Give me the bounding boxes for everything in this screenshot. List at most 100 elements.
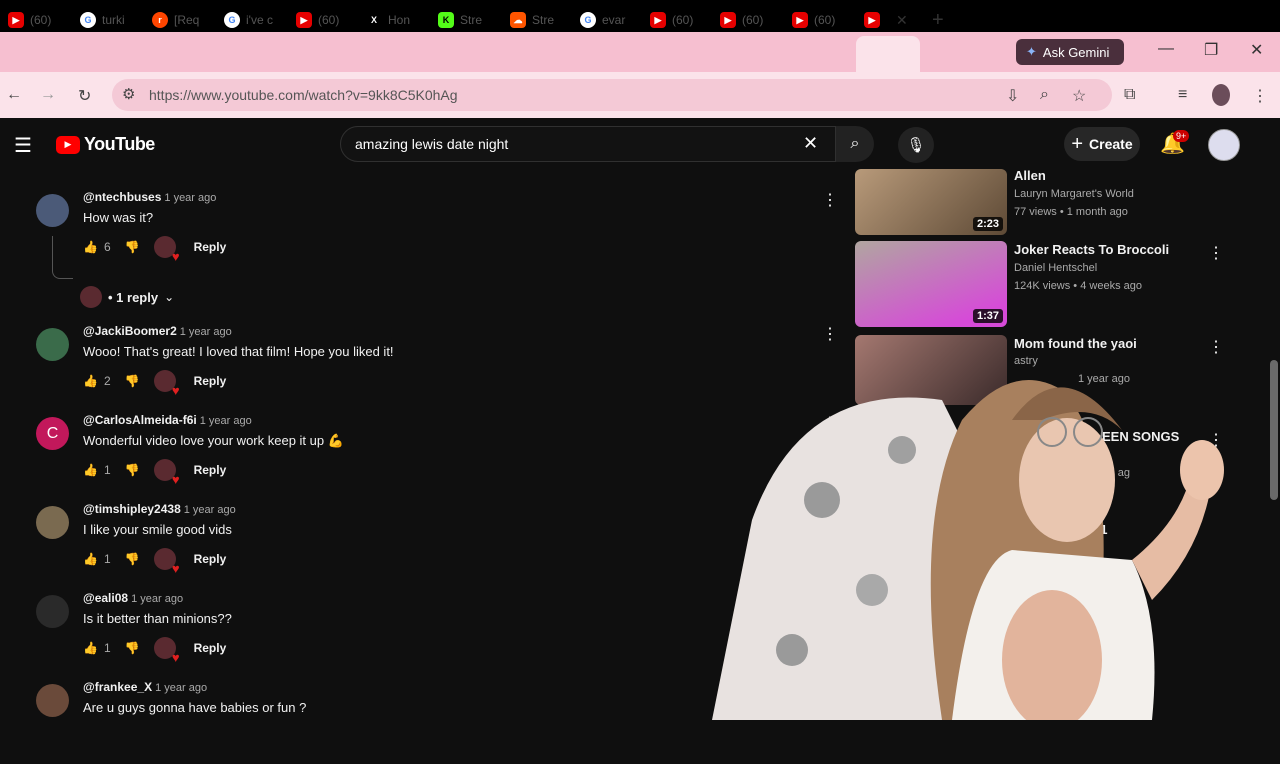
browser-tab[interactable]: ▶ (60) bbox=[8, 6, 51, 34]
browser-menu-icon[interactable]: ⋮ bbox=[1252, 86, 1268, 106]
youtube-logo[interactable]: ▶ YouTube bbox=[56, 134, 155, 155]
browser-tab[interactable]: X Hon bbox=[366, 6, 410, 34]
like-icon[interactable]: 👍 bbox=[83, 552, 98, 566]
back-icon[interactable]: ← bbox=[6, 86, 22, 104]
browser-tab[interactable]: Gturki bbox=[80, 6, 125, 34]
video-channel[interactable]: Daniel Hentschel bbox=[1014, 262, 1097, 274]
comment-author[interactable]: @JackiBoomer2 1 year ago bbox=[83, 324, 232, 338]
browser-tab[interactable]: ☁ Stre bbox=[510, 6, 554, 34]
browser-tab[interactable]: ▶ (60) bbox=[792, 6, 835, 34]
video-title[interactable]: Mom found the yaoi bbox=[1014, 336, 1137, 351]
profile-avatar[interactable] bbox=[1212, 84, 1230, 106]
reply-button[interactable]: Reply bbox=[194, 641, 227, 655]
url-bar[interactable]: ⚙ https://www.youtube.com/watch?v=9kk8C5… bbox=[112, 79, 1112, 111]
youtube-icon: ▶ bbox=[792, 12, 808, 28]
video-channel[interactable]: Lauryn Margaret's World bbox=[1014, 188, 1134, 200]
creator-heart-icon bbox=[153, 236, 180, 264]
comment-menu-icon[interactable]: ⋮ bbox=[822, 190, 838, 210]
webcam-image bbox=[712, 380, 1224, 720]
zoom-icon[interactable]: ⌕ bbox=[1040, 86, 1049, 104]
like-icon[interactable]: 👍 bbox=[83, 463, 98, 477]
reply-button[interactable]: Reply bbox=[194, 240, 227, 254]
clear-search-icon[interactable]: ✕ bbox=[803, 133, 818, 154]
comment-time: 1 year ago bbox=[164, 192, 217, 204]
avatar[interactable]: C bbox=[36, 417, 69, 450]
comment-author[interactable]: @timshipley2438 1 year ago bbox=[83, 502, 236, 516]
reply-button[interactable]: Reply bbox=[194, 463, 227, 477]
minimize-button[interactable]: — bbox=[1158, 40, 1174, 58]
tab-label: Stre bbox=[532, 13, 555, 27]
video-thumbnail[interactable]: 1:37 bbox=[855, 241, 1007, 327]
extensions-icon[interactable]: ⧉ bbox=[1124, 86, 1135, 104]
like-count: 1 bbox=[103, 463, 111, 477]
browser-tab[interactable]: r [Req bbox=[152, 6, 199, 34]
search-button[interactable]: ⌕ bbox=[836, 126, 874, 162]
avatar[interactable] bbox=[36, 506, 69, 539]
close-tab-icon[interactable]: ✕ bbox=[896, 12, 908, 29]
new-tab-button[interactable]: + bbox=[932, 6, 944, 34]
like-icon[interactable]: 👍 bbox=[83, 240, 98, 254]
dislike-icon[interactable]: 👎 bbox=[125, 552, 140, 566]
reply-button[interactable]: Reply bbox=[194, 374, 227, 388]
dislike-icon[interactable]: 👎 bbox=[125, 240, 140, 254]
like-icon[interactable]: 👍 bbox=[83, 374, 98, 388]
close-window-button[interactable]: ✕ bbox=[1250, 40, 1263, 60]
youtube-icon: ▶ bbox=[864, 12, 880, 28]
comment-author[interactable]: @CarlosAlmeida-f6i 1 year ago bbox=[83, 413, 252, 427]
reply-button[interactable]: Reply bbox=[194, 552, 227, 566]
browser-tab[interactable]: K Stre bbox=[438, 6, 482, 34]
bookmark-star-icon[interactable]: ☆ bbox=[1072, 86, 1086, 106]
scrollbar-thumb[interactable] bbox=[1270, 360, 1278, 500]
install-app-icon[interactable]: ⇩ bbox=[1006, 86, 1019, 106]
create-button[interactable]: + Create bbox=[1064, 127, 1140, 161]
account-avatar[interactable] bbox=[1208, 129, 1240, 161]
replies-count: • 1 reply bbox=[108, 289, 159, 305]
like-count: 2 bbox=[103, 374, 111, 388]
comment-author[interactable]: @eali08 1 year ago bbox=[83, 591, 183, 605]
comment-menu-icon[interactable]: ⋮ bbox=[822, 324, 838, 344]
menu-icon[interactable]: ☰ bbox=[14, 133, 32, 158]
media-controls-icon[interactable]: ≡ bbox=[1178, 86, 1187, 104]
browser-tab[interactable]: Gi've c bbox=[224, 6, 273, 34]
forward-icon[interactable]: → bbox=[40, 86, 56, 104]
comment-author[interactable]: @frankee_X 1 year ago bbox=[83, 680, 207, 694]
restore-button[interactable]: ❐ bbox=[1204, 40, 1218, 60]
video-title[interactable]: Allen bbox=[1014, 168, 1046, 183]
video-thumbnail[interactable]: 2:23 bbox=[855, 169, 1007, 235]
site-info-icon[interactable]: ⚙ bbox=[122, 85, 135, 103]
video-title[interactable]: Joker Reacts To Broccoli bbox=[1014, 242, 1169, 257]
dislike-icon[interactable]: 👎 bbox=[125, 463, 140, 477]
tab-label: i've c bbox=[246, 13, 273, 27]
gemini-icon: ✦ bbox=[1026, 44, 1037, 59]
video-menu-icon[interactable]: ⋮ bbox=[1208, 243, 1224, 263]
dislike-icon[interactable]: 👎 bbox=[125, 641, 140, 655]
ask-gemini-button[interactable]: ✦ Ask Gemini bbox=[1016, 39, 1124, 65]
active-tab-youtube[interactable]: ▶ ✕ bbox=[864, 6, 908, 34]
comment-actions: 👍 1 👎 Reply bbox=[83, 637, 227, 665]
browser-tab[interactable]: ▶ (60) bbox=[650, 6, 693, 34]
like-icon[interactable]: 👍 bbox=[83, 641, 98, 655]
avatar[interactable] bbox=[36, 328, 69, 361]
avatar[interactable] bbox=[36, 595, 69, 628]
tab-label: (60) bbox=[672, 13, 694, 27]
active-tab[interactable] bbox=[856, 36, 920, 72]
replies-toggle[interactable]: • 1 reply ⌄ bbox=[80, 286, 174, 308]
tab-label: (60) bbox=[30, 13, 52, 27]
youtube-play-icon: ▶ bbox=[56, 135, 80, 154]
comment-author[interactable]: @ntechbuses 1 year ago bbox=[83, 190, 216, 204]
dislike-icon[interactable]: 👎 bbox=[125, 374, 140, 388]
browser-tab[interactable]: ▶ (60) bbox=[720, 6, 763, 34]
avatar[interactable] bbox=[36, 194, 69, 227]
reload-icon[interactable]: ↻ bbox=[78, 86, 91, 106]
video-menu-icon[interactable]: ⋮ bbox=[1208, 337, 1224, 357]
search-input[interactable]: amazing lewis date night ✕ bbox=[340, 126, 836, 162]
avatar[interactable] bbox=[36, 684, 69, 717]
browser-tab[interactable]: ▶ (60) bbox=[296, 6, 339, 34]
tab-label: evar bbox=[602, 13, 626, 27]
comment-time: 1 year ago bbox=[179, 326, 232, 338]
browser-tab[interactable]: Gevar bbox=[580, 6, 625, 34]
tab-label: (60) bbox=[814, 13, 836, 27]
creator-heart-icon bbox=[153, 637, 180, 665]
voice-search-button[interactable]: 🎙 bbox=[898, 127, 934, 163]
video-duration: 1:37 bbox=[972, 309, 1003, 323]
